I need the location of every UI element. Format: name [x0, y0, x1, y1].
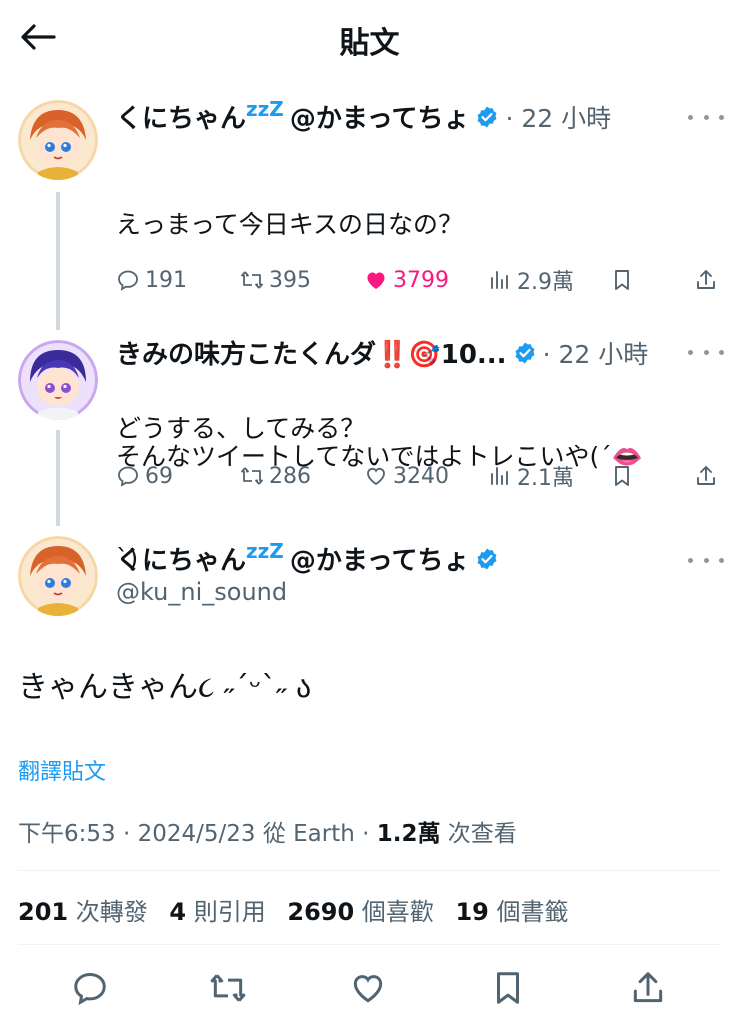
- share-button[interactable]: [628, 968, 668, 1008]
- author-name[interactable]: くにちゃん: [116, 98, 246, 135]
- reply-icon: [118, 466, 138, 487]
- reply-button[interactable]: 69: [116, 464, 173, 489]
- more-options-button[interactable]: [688, 107, 724, 127]
- thread-connector: [56, 192, 60, 330]
- bookmark-icon: [615, 270, 629, 290]
- reply-button[interactable]: [70, 968, 110, 1008]
- verified-badge-icon: [515, 342, 535, 363]
- engagement-stats: 201 次轉發 4 則引用 2690 個喜歡 19 個書籤: [18, 892, 569, 927]
- reply-count: 191: [145, 267, 187, 293]
- views-label: 次查看: [440, 821, 517, 847]
- tweet-time: · 22 小時: [542, 339, 649, 369]
- divider: [18, 944, 721, 945]
- thread-connector: [56, 430, 60, 526]
- retweet-icon: [241, 467, 263, 485]
- tweet-actions: 191 395 3799 2.9萬: [116, 260, 721, 300]
- heart-icon: [367, 467, 385, 486]
- more-options-button[interactable]: [688, 550, 724, 570]
- bookmark-button[interactable]: [488, 968, 528, 1008]
- retweet-count: 395: [269, 267, 311, 293]
- retweet-icon: [210, 974, 246, 1002]
- retweet-button[interactable]: [208, 968, 248, 1008]
- share-icon: [697, 270, 715, 289]
- quotes-count: 4: [169, 898, 187, 926]
- author-name[interactable]: くにちゃん: [116, 540, 246, 577]
- verified-badge-icon: [477, 106, 497, 127]
- divider: [18, 870, 721, 871]
- bookmark-button[interactable]: [610, 268, 634, 292]
- author-name-emoji: zzZ: [246, 538, 284, 563]
- tweet-line: えっまって今日キスの日なの？: [116, 210, 464, 239]
- retweets-count: 201: [18, 898, 69, 926]
- top-bar: 貼文: [0, 0, 739, 72]
- bookmark-icon: [496, 972, 520, 1004]
- verified-badge-icon: [477, 548, 497, 569]
- bookmarks-label: 個書籤: [488, 898, 569, 926]
- heart-filled-icon: [367, 272, 385, 289]
- more-options-button[interactable]: [688, 342, 724, 362]
- author-name-suffix: @かまってちょ: [289, 546, 470, 576]
- like-button[interactable]: 3240: [364, 464, 449, 489]
- views-button[interactable]: 2.1萬: [488, 460, 574, 492]
- share-button[interactable]: [694, 464, 718, 488]
- reply-count: 69: [145, 463, 173, 489]
- retweet-count: 286: [269, 463, 311, 489]
- tweet-author-row: くにちゃん zzZ @かまってちょ · 22 小時: [116, 96, 612, 135]
- retweet-button[interactable]: 286: [240, 464, 311, 489]
- bookmarks-count: 19: [455, 898, 489, 926]
- main-tweet-text: きゃんきゃん૮ ˶ˊᵕˋ˶ ა: [18, 670, 312, 705]
- share-icon: [633, 972, 663, 1003]
- reply-button[interactable]: 191: [116, 268, 187, 293]
- heart-icon: [353, 975, 383, 1003]
- share-icon: [697, 466, 715, 485]
- retweets-stat[interactable]: 201 次轉發: [18, 898, 148, 926]
- likes-label: 個喜歡: [354, 898, 434, 926]
- translate-post-link[interactable]: 翻譯貼文: [18, 754, 106, 786]
- like-button[interactable]: [348, 968, 388, 1008]
- like-button[interactable]: 3799: [364, 268, 449, 293]
- timestamp-text: 下午6:53 · 2024/5/23 從 Earth ·: [18, 821, 377, 847]
- like-count: 3799: [393, 267, 449, 293]
- tweet-author-row: きみの味方こたくんダ‼️🎯10... · 22 小時: [116, 334, 648, 371]
- main-author-row: くにちゃん zzZ @かまってちょ: [116, 538, 501, 577]
- author-name-emoji: zzZ: [246, 96, 284, 121]
- views-chart-icon: [491, 467, 508, 485]
- tweet-actions: 69 286 3240 2.1萬: [116, 456, 721, 496]
- avatar[interactable]: [18, 536, 98, 616]
- share-button[interactable]: [694, 268, 718, 292]
- author-handle[interactable]: @ku_ni_sound: [116, 578, 287, 606]
- main-tweet-actions: [0, 960, 739, 1016]
- bookmark-button[interactable]: [610, 464, 634, 488]
- post-timestamp: 下午6:53 · 2024/5/23 從 Earth · 1.2萬 次查看: [18, 814, 517, 848]
- page-title: 貼文: [339, 26, 400, 61]
- avatar[interactable]: [18, 340, 98, 420]
- views-total: 1.2萬: [376, 821, 441, 847]
- view-count: 2.1萬: [517, 466, 574, 491]
- likes-stat[interactable]: 2690 個喜歡: [287, 898, 433, 926]
- view-count: 2.9萬: [517, 270, 574, 295]
- views-button[interactable]: 2.9萬: [488, 264, 574, 296]
- tweet-time: · 22 小時: [505, 103, 612, 133]
- quotes-stat[interactable]: 4 則引用: [169, 898, 265, 926]
- reply-icon: [118, 270, 138, 291]
- bookmark-icon: [615, 466, 629, 486]
- retweets-label: 次轉發: [68, 898, 148, 926]
- like-count: 3240: [393, 463, 449, 489]
- avatar[interactable]: [18, 100, 98, 180]
- author-name[interactable]: きみの味方こたくんダ‼️🎯10...: [116, 334, 507, 371]
- likes-count: 2690: [287, 898, 355, 926]
- reply-icon: [74, 973, 106, 1006]
- bookmarks-stat[interactable]: 19 個書籤: [455, 898, 568, 926]
- author-name-suffix: @かまってちょ: [289, 104, 470, 134]
- retweet-icon: [241, 271, 263, 289]
- retweet-button[interactable]: 395: [240, 268, 311, 293]
- quotes-label: 則引用: [186, 898, 266, 926]
- views-chart-icon: [491, 271, 508, 289]
